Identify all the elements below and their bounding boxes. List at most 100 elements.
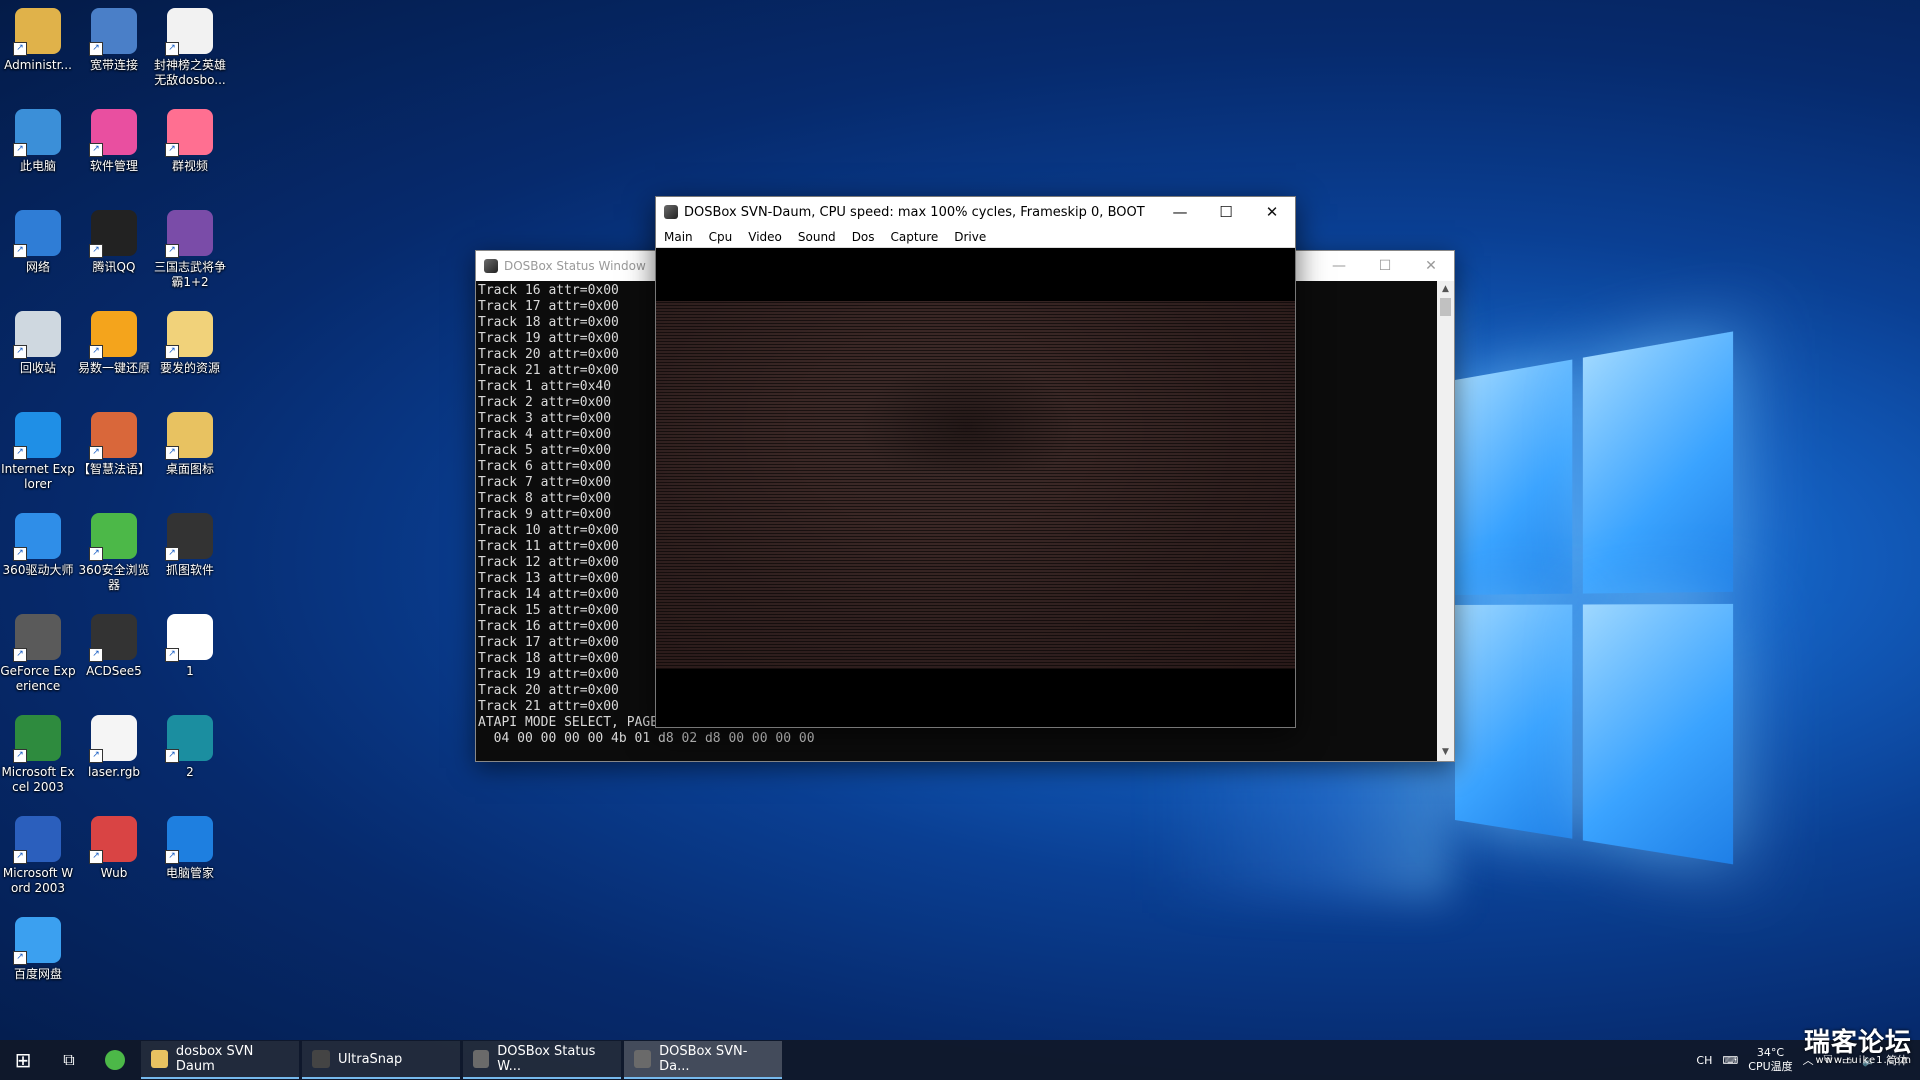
console-line: 04 00 00 00 00 4b 01 d8 02 d8 00 00 00 0… (478, 731, 815, 746)
scroll-down-icon[interactable]: ▼ (1437, 744, 1454, 761)
desktop-icon-label: 回收站 (19, 361, 56, 375)
desktop-icon[interactable]: ↗ 腾讯QQ (76, 204, 152, 302)
desktop-icon[interactable]: ↗ 电脑管家 (152, 810, 228, 908)
taskbar-app-button[interactable]: DOSBox Status W... (463, 1041, 621, 1079)
desktop-icon[interactable]: ↗ 封神榜之英雄无敌dosbo... (152, 2, 228, 100)
scroll-thumb[interactable] (1440, 298, 1451, 316)
desktop-icon[interactable]: ↗ GeForce Experience (0, 608, 76, 706)
shortcut-arrow-icon: ↗ (13, 547, 27, 561)
desktop-icon[interactable]: ↗ 此电脑 (0, 103, 76, 201)
task-view-icon[interactable]: ⧉ (46, 1040, 92, 1080)
nvidia-icon: ↗ (13, 614, 61, 662)
image-file-icon: ↗ (165, 715, 213, 763)
shortcut-arrow-icon: ↗ (13, 749, 27, 763)
minimize-button[interactable]: — (1157, 203, 1203, 221)
shortcut-arrow-icon: ↗ (89, 547, 103, 561)
shortcut-arrow-icon: ↗ (165, 42, 179, 56)
desktop-icon[interactable]: ↗ 宽带连接 (76, 2, 152, 100)
app-icon (634, 1050, 652, 1068)
user-folder-icon: ↗ (13, 8, 61, 56)
desktop-icon[interactable]: ↗ Administr... (0, 2, 76, 100)
desktop-icon-label: laser.rgb (88, 765, 140, 779)
desktop-icon[interactable]: ↗ 360安全浏览器 (76, 507, 152, 605)
desktop-icon[interactable]: ↗ 百度网盘 (0, 911, 76, 1009)
menu-item-cpu[interactable]: Cpu (701, 230, 741, 244)
desktop-icon-label: 360安全浏览器 (78, 563, 150, 592)
browser-pinned-icon[interactable] (92, 1040, 138, 1080)
desktop-icon[interactable]: ↗ 回收站 (0, 305, 76, 403)
desktop-icon[interactable]: ↗ 360驱动大师 (0, 507, 76, 605)
globe-network-icon: ↗ (13, 210, 61, 258)
menu-item-drive[interactable]: Drive (946, 230, 994, 244)
desktop-icon[interactable]: ↗ laser.rgb (76, 709, 152, 807)
desktop-icon[interactable]: ↗ 网络 (0, 204, 76, 302)
vertical-scrollbar[interactable]: ▲ ▼ (1437, 281, 1454, 761)
desktop-icon[interactable]: ↗ 桌面图标 (152, 406, 228, 504)
close-button[interactable]: ✕ (1249, 203, 1295, 221)
desktop-icon-label: Administr... (4, 58, 72, 72)
desktop-icons: ↗ Administr... ↗ 宽带连接 ↗ 封神榜之英雄无敌dosbo... ↗ 此电脑 ↗… (0, 0, 230, 1040)
shortcut-arrow-icon: ↗ (13, 951, 27, 965)
minimize-button[interactable]: — (1316, 258, 1362, 274)
menu-item-sound[interactable]: Sound (790, 230, 844, 244)
document-icon: ↗ (165, 8, 213, 56)
menu-item-main[interactable]: Main (656, 230, 701, 244)
desktop-icon[interactable]: ↗ 抓图软件 (152, 507, 228, 605)
desktop-icon[interactable]: ↗ Microsoft Word 2003 (0, 810, 76, 908)
emulator-screen[interactable] (656, 248, 1295, 727)
desktop-icon[interactable]: ↗ Internet Explorer (0, 406, 76, 504)
shield-icon: ↗ (165, 816, 213, 864)
desktop-icon-label: 360驱动大师 (2, 563, 74, 577)
desktop-icon[interactable]: ↗ 易数一键还原 (76, 305, 152, 403)
desktop-icon[interactable]: ↗ ACDSee5 (76, 608, 152, 706)
restore-icon: ↗ (89, 311, 137, 359)
shortcut-arrow-icon: ↗ (89, 143, 103, 157)
desktop-icon[interactable]: ↗ 软件管理 (76, 103, 152, 201)
start-button[interactable]: ⊞ (0, 1040, 46, 1080)
close-button[interactable]: ✕ (1408, 258, 1454, 274)
status-window-title: DOSBox Status Window (504, 259, 646, 273)
desktop-icon[interactable]: ↗ 要发的资源 (152, 305, 228, 403)
shortcut-arrow-icon: ↗ (89, 850, 103, 864)
desktop-icon[interactable]: ↗ 1 (152, 608, 228, 706)
app-icon (151, 1050, 168, 1068)
desktop-icon[interactable]: ↗ 【智慧法语】 (76, 406, 152, 504)
desktop-icon[interactable]: ↗ Wub (76, 810, 152, 908)
shortcut-arrow-icon: ↗ (165, 345, 179, 359)
taskbar-app-button[interactable]: UltraSnap (302, 1041, 460, 1079)
desktop-icon[interactable]: ↗ 2 (152, 709, 228, 807)
desktop-icon-label: 软件管理 (89, 159, 138, 173)
shortcut-arrow-icon: ↗ (165, 547, 179, 561)
blank-file-icon: ↗ (165, 614, 213, 662)
desktop-icon-label: 群视频 (171, 159, 208, 173)
dosbox-titlebar[interactable]: DOSBox SVN-Daum, CPU speed: max 100% cyc… (656, 197, 1295, 227)
menu-item-dos[interactable]: Dos (844, 230, 883, 244)
menu-item-capture[interactable]: Capture (883, 230, 947, 244)
scroll-up-icon[interactable]: ▲ (1437, 281, 1454, 298)
dosbox-title: DOSBox SVN-Daum, CPU speed: max 100% cyc… (684, 204, 1145, 220)
cpu-temp[interactable]: 34°C CPU温度 (1748, 1046, 1792, 1074)
maximize-button[interactable]: ☐ (1203, 203, 1249, 221)
desktop-icon[interactable]: ↗ 三国志武将争霸1+2 (152, 204, 228, 302)
desktop-icon-label: 【智慧法语】 (77, 462, 150, 476)
keyboard-icon[interactable]: ⌨ (1722, 1054, 1738, 1067)
taskbar-app-button[interactable]: dosbox SVN Daum (141, 1041, 299, 1079)
taskbar-app-label: UltraSnap (338, 1051, 403, 1067)
archive-icon: ↗ (165, 210, 213, 258)
desktop-icon-label: 百度网盘 (13, 967, 62, 981)
shortcut-arrow-icon: ↗ (13, 648, 27, 662)
folder-icon: ↗ (165, 311, 213, 359)
desktop-icon-label: Internet Explorer (1, 462, 75, 491)
dosbox-main-window[interactable]: DOSBox SVN-Daum, CPU speed: max 100% cyc… (655, 196, 1296, 728)
desktop-icon[interactable]: ↗ 群视频 (152, 103, 228, 201)
file-icon: ↗ (89, 715, 137, 763)
game-display (656, 301, 1295, 669)
language-indicator[interactable]: CH (1696, 1054, 1712, 1067)
camera-icon: ↗ (165, 513, 213, 561)
desktop-icon[interactable]: ↗ Microsoft Excel 2003 (0, 709, 76, 807)
desktop-icon-label: 封神榜之英雄无敌dosbo... (153, 58, 226, 87)
taskbar-app-button[interactable]: DOSBox SVN-Da... (624, 1041, 782, 1079)
menu-item-video[interactable]: Video (740, 230, 790, 244)
penguin-icon: ↗ (89, 210, 137, 258)
maximize-button[interactable]: ☐ (1362, 258, 1408, 274)
